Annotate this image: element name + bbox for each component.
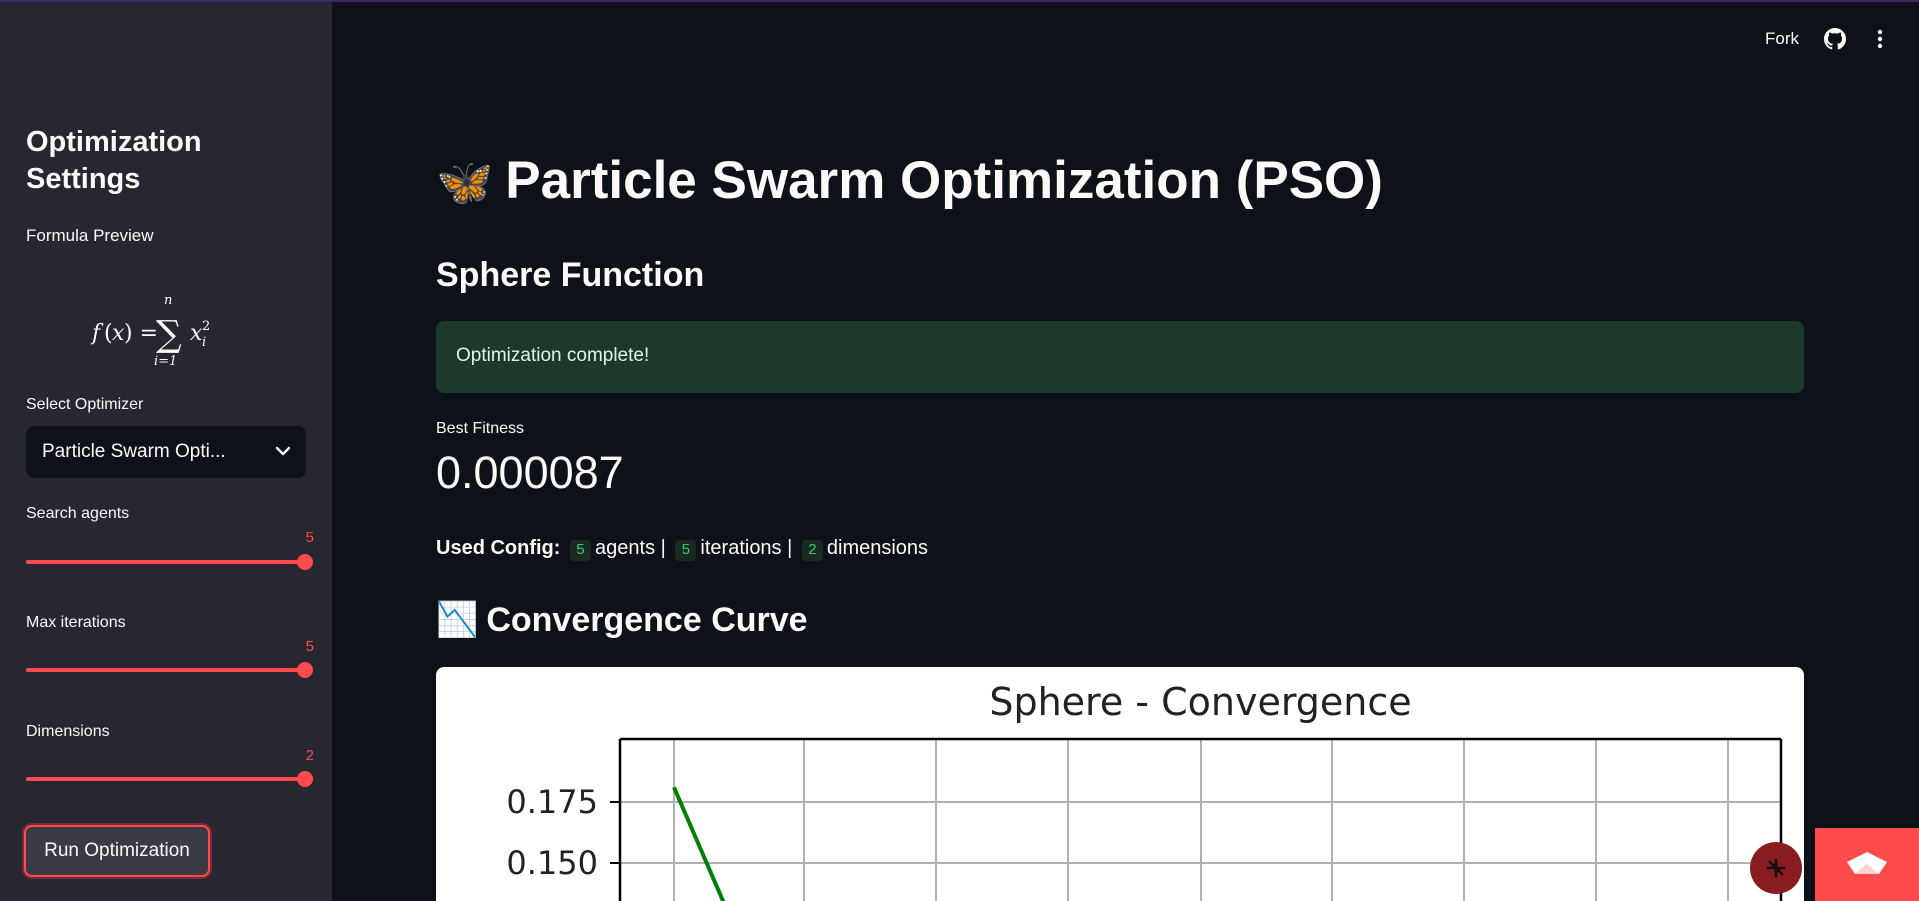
streamlit-boat-icon bbox=[1847, 852, 1887, 874]
used-config: Used Config: 5 agents | 5 iterations | 2 di… bbox=[436, 537, 928, 561]
dimensions-slider[interactable] bbox=[26, 763, 313, 793]
optimizer-select-value: Particle Swarm Opti... bbox=[42, 441, 226, 462]
slider-track bbox=[26, 668, 306, 672]
svg-text:f: f bbox=[90, 321, 104, 346]
github-icon[interactable] bbox=[1824, 28, 1846, 50]
streamlit-fab-icon bbox=[1766, 858, 1786, 878]
config-dimensions: 2 bbox=[801, 540, 823, 561]
config-dimensions-label: dimensions bbox=[826, 537, 929, 559]
success-alert: Optimization complete! bbox=[436, 321, 1804, 393]
config-iterations: 5 bbox=[675, 540, 697, 561]
series-line bbox=[672, 786, 726, 901]
slider-track bbox=[26, 777, 306, 781]
success-alert-text: Optimization complete! bbox=[456, 345, 650, 366]
convergence-section-text: Convergence Curve bbox=[486, 601, 808, 639]
y-tick-label: 0.175 bbox=[506, 783, 598, 821]
chart-decreasing-icon: 📉 bbox=[436, 601, 479, 639]
search-agents-label: Search agents bbox=[26, 505, 130, 522]
formula-preview: f ( x ) = ∑ n i=1 x 2 i bbox=[90, 293, 210, 369]
fork-link[interactable]: Fork bbox=[1765, 29, 1799, 49]
formula-preview-label: Formula Preview bbox=[26, 226, 154, 245]
slider-thumb[interactable] bbox=[297, 662, 313, 678]
svg-text:) =: ) = bbox=[124, 321, 158, 346]
best-fitness-value: 0.000087 bbox=[436, 447, 624, 498]
max-iterations-slider[interactable] bbox=[26, 654, 313, 684]
slider-thumb[interactable] bbox=[297, 771, 313, 787]
search-agents-value: 5 bbox=[305, 529, 314, 546]
config-agents: 5 bbox=[570, 540, 592, 561]
chart-title: Sphere - Convergence bbox=[989, 680, 1411, 724]
page-title-text: Particle Swarm Optimization (PSO) bbox=[505, 151, 1383, 210]
top-accent-line bbox=[0, 0, 1919, 2]
max-iterations-value: 5 bbox=[305, 638, 314, 655]
run-optimization-button[interactable]: Run Optimization bbox=[24, 825, 210, 877]
config-iterations-label: iterations | bbox=[700, 537, 793, 559]
convergence-chart-svg: Sphere - Convergence 0.175 0.150 bbox=[506, 680, 1783, 901]
svg-text:i=1: i=1 bbox=[154, 354, 177, 369]
streamlit-deploy-button[interactable] bbox=[1815, 828, 1919, 901]
sidebar-title: Optimization Settings bbox=[26, 126, 202, 195]
select-optimizer-label: Select Optimizer bbox=[26, 396, 144, 413]
max-iterations-label: Max iterations bbox=[26, 614, 126, 631]
dimensions-value: 2 bbox=[305, 747, 314, 764]
config-agents-label: agents | bbox=[595, 537, 666, 559]
config-label: Used Config: bbox=[436, 537, 561, 559]
search-agents-slider[interactable] bbox=[26, 546, 313, 576]
streamlit-fab-button[interactable] bbox=[1750, 842, 1802, 894]
dimensions-label: Dimensions bbox=[26, 723, 110, 740]
kebab-menu-icon[interactable] bbox=[1874, 28, 1886, 50]
optimizer-select[interactable]: Particle Swarm Opti... bbox=[26, 426, 306, 478]
chevron-down-icon bbox=[275, 446, 291, 456]
slider-track bbox=[26, 560, 306, 564]
function-subtitle: Sphere Function bbox=[436, 256, 705, 294]
best-fitness-label: Best Fitness bbox=[436, 420, 525, 437]
svg-text:i: i bbox=[202, 335, 206, 350]
y-tick-label: 0.150 bbox=[506, 844, 598, 882]
convergence-chart: Sphere - Convergence 0.175 0.150 bbox=[436, 667, 1804, 901]
convergence-section-title: 📉 Convergence Curve bbox=[436, 600, 808, 640]
svg-text:2: 2 bbox=[202, 319, 210, 334]
page-title: 🦋 Particle Swarm Optimization (PSO) bbox=[436, 150, 1383, 211]
svg-text:n: n bbox=[164, 293, 172, 308]
butterfly-icon: 🦋 bbox=[436, 156, 494, 208]
svg-text:∑: ∑ bbox=[156, 314, 182, 355]
sidebar: Optimization Settings Formula Preview f … bbox=[0, 0, 332, 901]
slider-thumb[interactable] bbox=[297, 554, 313, 570]
